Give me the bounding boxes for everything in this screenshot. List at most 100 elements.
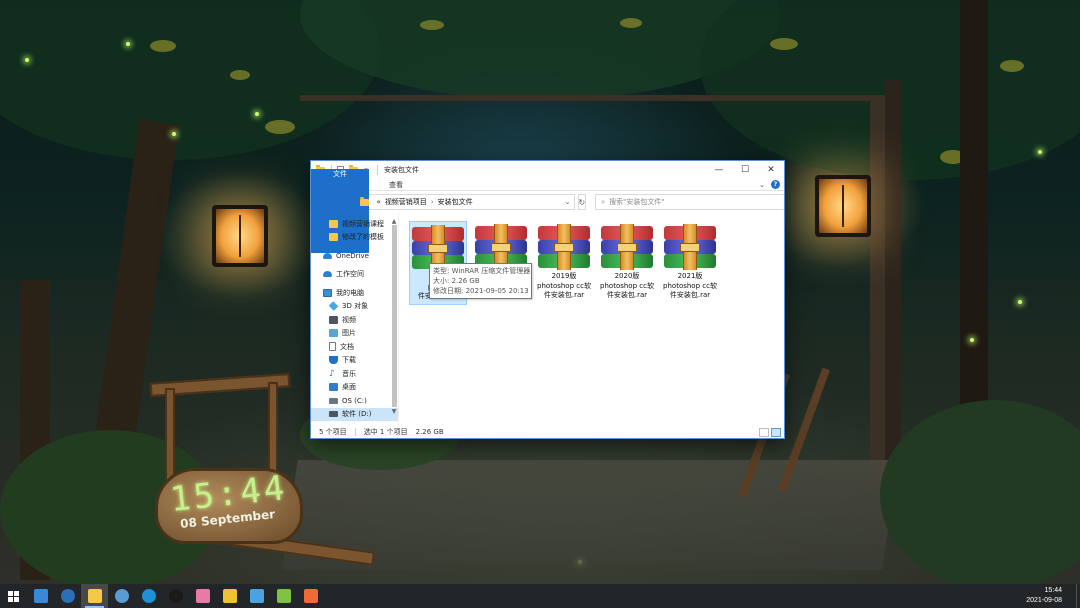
address-dropdown-icon[interactable]: ⌄: [565, 198, 571, 206]
file-explorer-icon: [87, 589, 102, 603]
scrollbar-thumb[interactable]: [391, 225, 397, 407]
search-input[interactable]: [609, 198, 770, 206]
file-item[interactable]: 2019版 photoshop cc软 件安装包.rar: [535, 221, 593, 305]
tab-view[interactable]: 查看: [379, 179, 413, 190]
taskbar-app-browser-blue[interactable]: [108, 584, 135, 608]
system-clock[interactable]: 15:44 2021-09-08: [1026, 586, 1076, 606]
right-lantern: [815, 175, 871, 237]
refresh-button[interactable]: ↻: [577, 194, 587, 210]
baidu-netdisk-icon: [222, 589, 237, 603]
taskbar-app-notes[interactable]: [27, 584, 54, 608]
tooltip-type: 类型: WinRAR 压缩文件管理器: [433, 267, 531, 275]
editor-icon: [249, 589, 264, 603]
sidebar-item-label: 音乐: [342, 369, 356, 378]
sidebar-item[interactable]: 我的电脑: [311, 286, 398, 300]
navigation-pane: 视频营销课程修改了的模板 OneDrive 工作空间我的电脑 3D 对象视频图片文档下…: [311, 213, 399, 426]
file-name: 2021版 photoshop cc软 件安装包.rar: [659, 272, 721, 301]
file-name-line: 件安装包.rar: [606, 291, 648, 299]
search-box[interactable]: ⌕: [595, 194, 784, 210]
sidebar-item[interactable]: 桌面: [311, 381, 398, 395]
sidebar-item-label: 修改了的模板: [342, 233, 384, 242]
maximize-button[interactable]: ☐: [732, 161, 758, 179]
file-list: photo件安装包.rar件安装包.rar2019版photoshop cc软件…: [399, 213, 784, 426]
taskbar-date: 2021-09-08: [1026, 597, 1062, 604]
winrar-archive-icon: [601, 224, 653, 270]
notes-icon: [33, 589, 48, 603]
sidebar-item[interactable]: 修改了的模板: [311, 231, 398, 245]
tooltip-modified: 修改日期: 2021-09-05 20:13: [433, 287, 529, 295]
file-item[interactable]: 2021版 photoshop cc软 件安装包.rar: [661, 221, 719, 305]
sidebar-item[interactable]: 文档: [311, 340, 398, 354]
taskbar: 15:44 2021-09-08: [0, 584, 1080, 608]
sidebar-item[interactable]: 工作空间: [311, 268, 398, 282]
minimize-button[interactable]: —: [706, 161, 732, 179]
selected-size: 2.26 GB: [415, 428, 444, 436]
details-view-icon[interactable]: [759, 427, 769, 437]
edge-icon: [141, 589, 156, 603]
navigation-bar: ← → ⌄ ↑ « 视频营销项目 › 安装包文件 ⌄ ↻ ⌕: [311, 191, 784, 213]
photos-icon: [195, 589, 210, 603]
ribbon-tabs: 文件 主页 共享 查看 ⌄ ?: [311, 169, 784, 253]
music-icon: ♪: [329, 368, 335, 379]
file-item[interactable]: 2020版 photoshop cc软 件安装包.rar: [598, 221, 656, 305]
close-button[interactable]: ✕: [758, 161, 784, 179]
taskbar-app-file-explorer[interactable]: [81, 584, 108, 608]
sidebar-item[interactable]: 视频营销课程: [311, 217, 398, 231]
desk-icon: [329, 383, 338, 392]
file-name-line: 2019版: [551, 272, 577, 280]
down-icon: [329, 356, 338, 365]
sidebar-item-label: 3D 对象: [342, 302, 369, 311]
scroll-down-icon[interactable]: ▼: [390, 407, 398, 415]
sidebar-item[interactable]: 3D 对象: [311, 300, 398, 314]
taskbar-app-editor[interactable]: [243, 584, 270, 608]
sidebar-item-label: 工作空间: [336, 270, 364, 279]
search-icon: ⌕: [601, 197, 606, 206]
expand-ribbon-icon[interactable]: ⌄: [759, 181, 765, 189]
sidebar-item[interactable]: OS (C:): [311, 394, 398, 408]
cloud-icon: [323, 252, 332, 259]
start-button[interactable]: [0, 584, 27, 608]
browser-blue-icon: [114, 589, 129, 603]
taskbar-app-dell[interactable]: [162, 584, 189, 608]
title-bar[interactable]: ▾ 安装包文件 — ☐ ✕: [311, 161, 784, 179]
dell-icon: [168, 589, 183, 603]
breadcrumb-item[interactable]: 安装包文件: [438, 197, 473, 207]
taskbar-app-recorder[interactable]: [297, 584, 324, 608]
taskbar-app-photos[interactable]: [189, 584, 216, 608]
sidebar-item[interactable]: 软件 (D:): [311, 407, 398, 421]
address-bar[interactable]: « 视频营销项目 › 安装包文件 ⌄: [355, 194, 575, 210]
breadcrumb-item[interactable]: 视频营销项目: [385, 197, 427, 207]
pc-icon: [323, 288, 332, 297]
sidebar-item[interactable]: ♪ 音乐: [311, 367, 398, 381]
sidebar-item-label: 图片: [342, 329, 356, 338]
doc-icon: [329, 342, 336, 352]
show-desktop-button[interactable]: [1076, 584, 1080, 608]
sidebar-item-label: 文档: [340, 342, 354, 351]
breadcrumb-separator[interactable]: ›: [431, 198, 434, 206]
file-name-line: 件安装包.rar: [543, 291, 585, 299]
navigation-scrollbar[interactable]: ▲ ▼: [390, 217, 398, 422]
sidebar-item[interactable]: 图片: [311, 327, 398, 341]
sidebar-item[interactable]: OneDrive: [311, 249, 398, 263]
selected-count: 选中 1 个项目: [363, 428, 408, 436]
help-icon[interactable]: ?: [771, 180, 780, 189]
taskbar-app-edge[interactable]: [135, 584, 162, 608]
folder-icon: [329, 233, 338, 242]
scroll-up-icon[interactable]: ▲: [390, 217, 398, 225]
winrar-archive-icon: [664, 224, 716, 270]
sidebar-item-label: 桌面: [342, 383, 356, 392]
taskbar-app-search[interactable]: [54, 584, 81, 608]
pic-icon: [329, 329, 338, 338]
sidebar-item[interactable]: 下载: [311, 354, 398, 368]
address-overflow-icon[interactable]: «: [377, 198, 381, 206]
sidebar-item[interactable]: 视频: [311, 313, 398, 327]
taskbar-app-camtasia[interactable]: [270, 584, 297, 608]
drive2-icon: [329, 411, 338, 418]
window-title: 安装包文件: [384, 166, 419, 174]
left-lantern: [212, 205, 268, 267]
winrar-archive-icon: [538, 224, 590, 270]
tooltip-size: 大小: 2.26 GB: [433, 277, 480, 285]
taskbar-app-baidu-netdisk[interactable]: [216, 584, 243, 608]
large-icons-view-icon[interactable]: [771, 427, 781, 437]
work-icon: [323, 271, 332, 278]
